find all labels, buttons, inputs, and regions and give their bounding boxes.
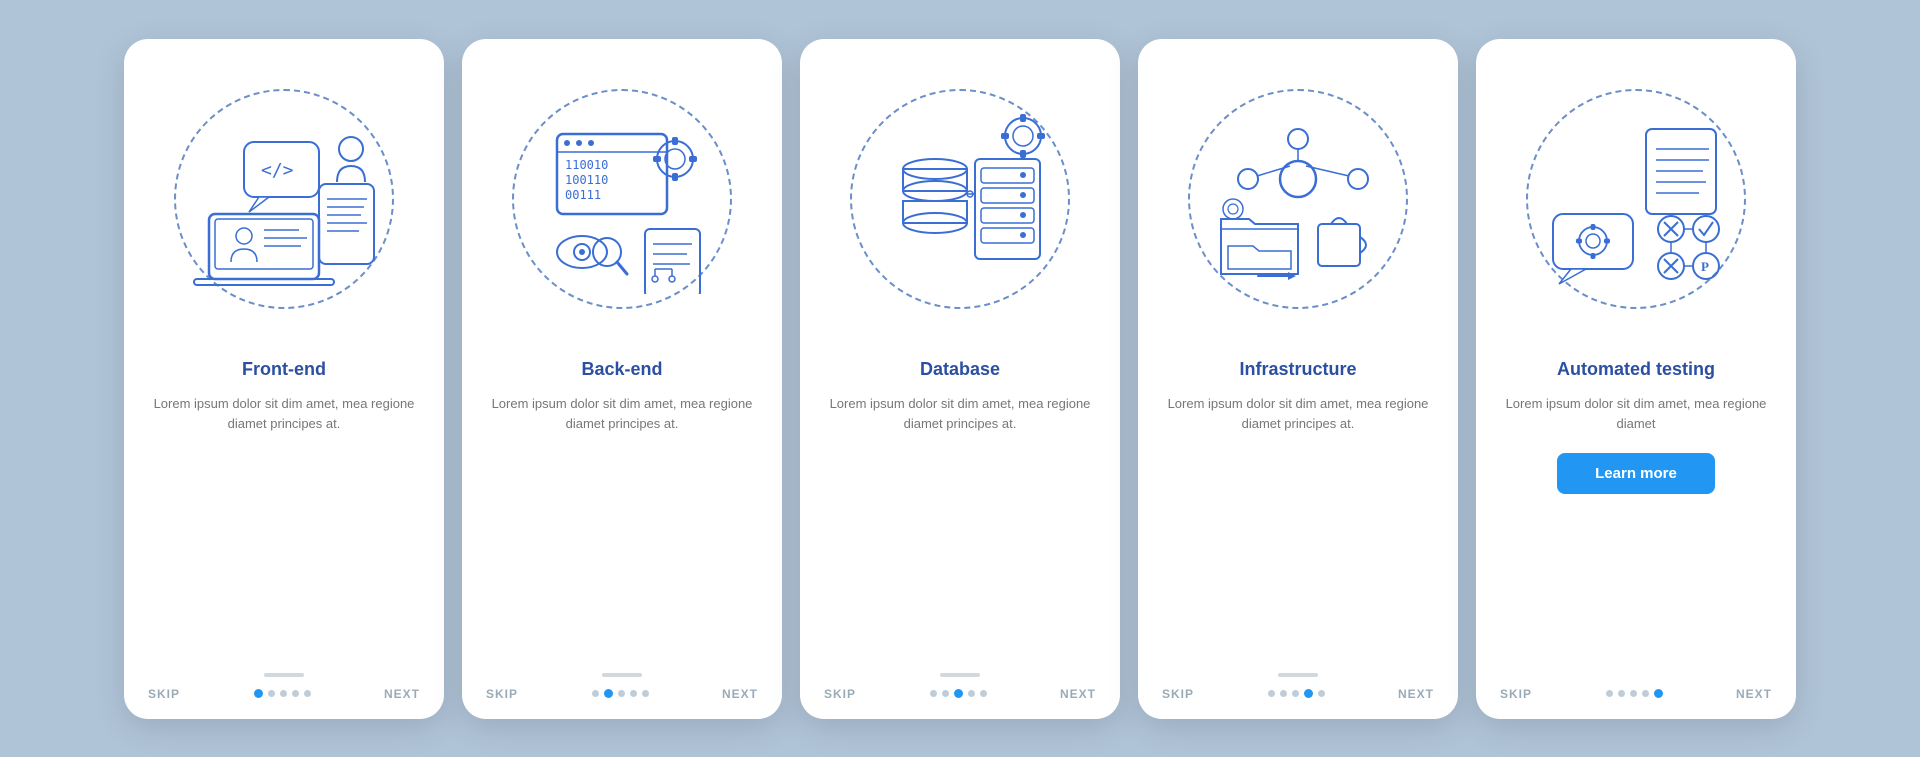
dot-1 (1268, 690, 1275, 697)
automated-testing-icon: P (1541, 104, 1731, 294)
dot-4 (1642, 690, 1649, 697)
backend-title: Back-end (581, 359, 662, 380)
database-card-body: Database Lorem ipsum dolor sit dim amet,… (800, 359, 1120, 665)
infrastructure-skip[interactable]: SKIP (1162, 687, 1194, 701)
database-next[interactable]: NEXT (1060, 687, 1096, 701)
frontend-illustration: </> (124, 39, 444, 359)
dot-5 (980, 690, 987, 697)
database-icon-area (860, 99, 1060, 299)
card-database: Database Lorem ipsum dolor sit dim amet,… (800, 39, 1120, 719)
dot-2 (604, 689, 613, 698)
frontend-skip[interactable]: SKIP (148, 687, 180, 701)
backend-icon-area: 110010 100110 00111 (522, 99, 722, 299)
dot-4 (630, 690, 637, 697)
svg-text:</>: </> (261, 160, 294, 181)
dot-1 (1606, 690, 1613, 697)
svg-text:P: P (1701, 259, 1709, 274)
backend-skip[interactable]: SKIP (486, 687, 518, 701)
dot-1 (592, 690, 599, 697)
dot-5 (1654, 689, 1663, 698)
frontend-card-body: Front-end Lorem ipsum dolor sit dim amet… (124, 359, 444, 665)
frontend-icon: </> (189, 104, 379, 294)
database-dots (930, 689, 987, 698)
frontend-text: Lorem ipsum dolor sit dim amet, mea regi… (152, 394, 416, 436)
backend-illustration: 110010 100110 00111 (462, 39, 782, 359)
automated-testing-skip[interactable]: SKIP (1500, 687, 1532, 701)
dot-3 (1292, 690, 1299, 697)
dot-3 (1630, 690, 1637, 697)
dot-1 (930, 690, 937, 697)
learn-more-button[interactable]: Learn more (1557, 453, 1715, 494)
infrastructure-illustration (1138, 39, 1458, 359)
card-automated-testing: P Automated testing Lorem ipsum dolor si… (1476, 39, 1796, 719)
dot-3 (618, 690, 625, 697)
dot-3 (280, 690, 287, 697)
backend-text: Lorem ipsum dolor sit dim amet, mea regi… (490, 394, 754, 436)
svg-text:100110: 100110 (565, 173, 608, 187)
database-skip[interactable]: SKIP (824, 687, 856, 701)
dot-3 (954, 689, 963, 698)
dot-4 (292, 690, 299, 697)
database-icon (865, 104, 1055, 294)
infrastructure-card-body: Infrastructure Lorem ipsum dolor sit dim… (1138, 359, 1458, 665)
infrastructure-nav: SKIP NEXT (1138, 677, 1458, 701)
infrastructure-text: Lorem ipsum dolor sit dim amet, mea regi… (1166, 394, 1430, 436)
database-illustration (800, 39, 1120, 359)
card-infrastructure: Infrastructure Lorem ipsum dolor sit dim… (1138, 39, 1458, 719)
frontend-next[interactable]: NEXT (384, 687, 420, 701)
automated-testing-card-body: Automated testing Lorem ipsum dolor sit … (1476, 359, 1796, 677)
frontend-title: Front-end (242, 359, 326, 380)
database-text: Lorem ipsum dolor sit dim amet, mea regi… (828, 394, 1092, 436)
automated-testing-dots (1606, 689, 1663, 698)
dot-1 (254, 689, 263, 698)
dot-2 (1618, 690, 1625, 697)
automated-testing-nav: SKIP NEXT (1476, 677, 1796, 701)
card-frontend: </> Front-end Lorem ipsum dolor sit dim … (124, 39, 444, 719)
dot-4 (968, 690, 975, 697)
svg-text:110010: 110010 (565, 158, 608, 172)
dot-2 (268, 690, 275, 697)
automated-testing-illustration: P (1476, 39, 1796, 359)
backend-card-body: Back-end Lorem ipsum dolor sit dim amet,… (462, 359, 782, 665)
infrastructure-next[interactable]: NEXT (1398, 687, 1434, 701)
cards-container: </> Front-end Lorem ipsum dolor sit dim … (94, 9, 1826, 749)
dot-2 (1280, 690, 1287, 697)
infrastructure-title: Infrastructure (1239, 359, 1356, 380)
dot-4 (1304, 689, 1313, 698)
automated-testing-icon-area: P (1536, 99, 1736, 299)
frontend-icon-area: </> (184, 99, 384, 299)
card-backend: 110010 100110 00111 (462, 39, 782, 719)
frontend-dots (254, 689, 311, 698)
automated-testing-text: Lorem ipsum dolor sit dim amet, mea regi… (1504, 394, 1768, 436)
automated-testing-title: Automated testing (1557, 359, 1715, 380)
backend-nav: SKIP NEXT (462, 677, 782, 701)
infrastructure-dots (1268, 689, 1325, 698)
backend-icon: 110010 100110 00111 (527, 104, 717, 294)
svg-text:00111: 00111 (565, 188, 601, 202)
dot-5 (1318, 690, 1325, 697)
automated-testing-next[interactable]: NEXT (1736, 687, 1772, 701)
database-title: Database (920, 359, 1000, 380)
backend-dots (592, 689, 649, 698)
infrastructure-icon (1203, 104, 1393, 294)
dot-5 (642, 690, 649, 697)
infrastructure-icon-area (1198, 99, 1398, 299)
dot-2 (942, 690, 949, 697)
dot-5 (304, 690, 311, 697)
frontend-nav: SKIP NEXT (124, 677, 444, 701)
backend-next[interactable]: NEXT (722, 687, 758, 701)
database-nav: SKIP NEXT (800, 677, 1120, 701)
